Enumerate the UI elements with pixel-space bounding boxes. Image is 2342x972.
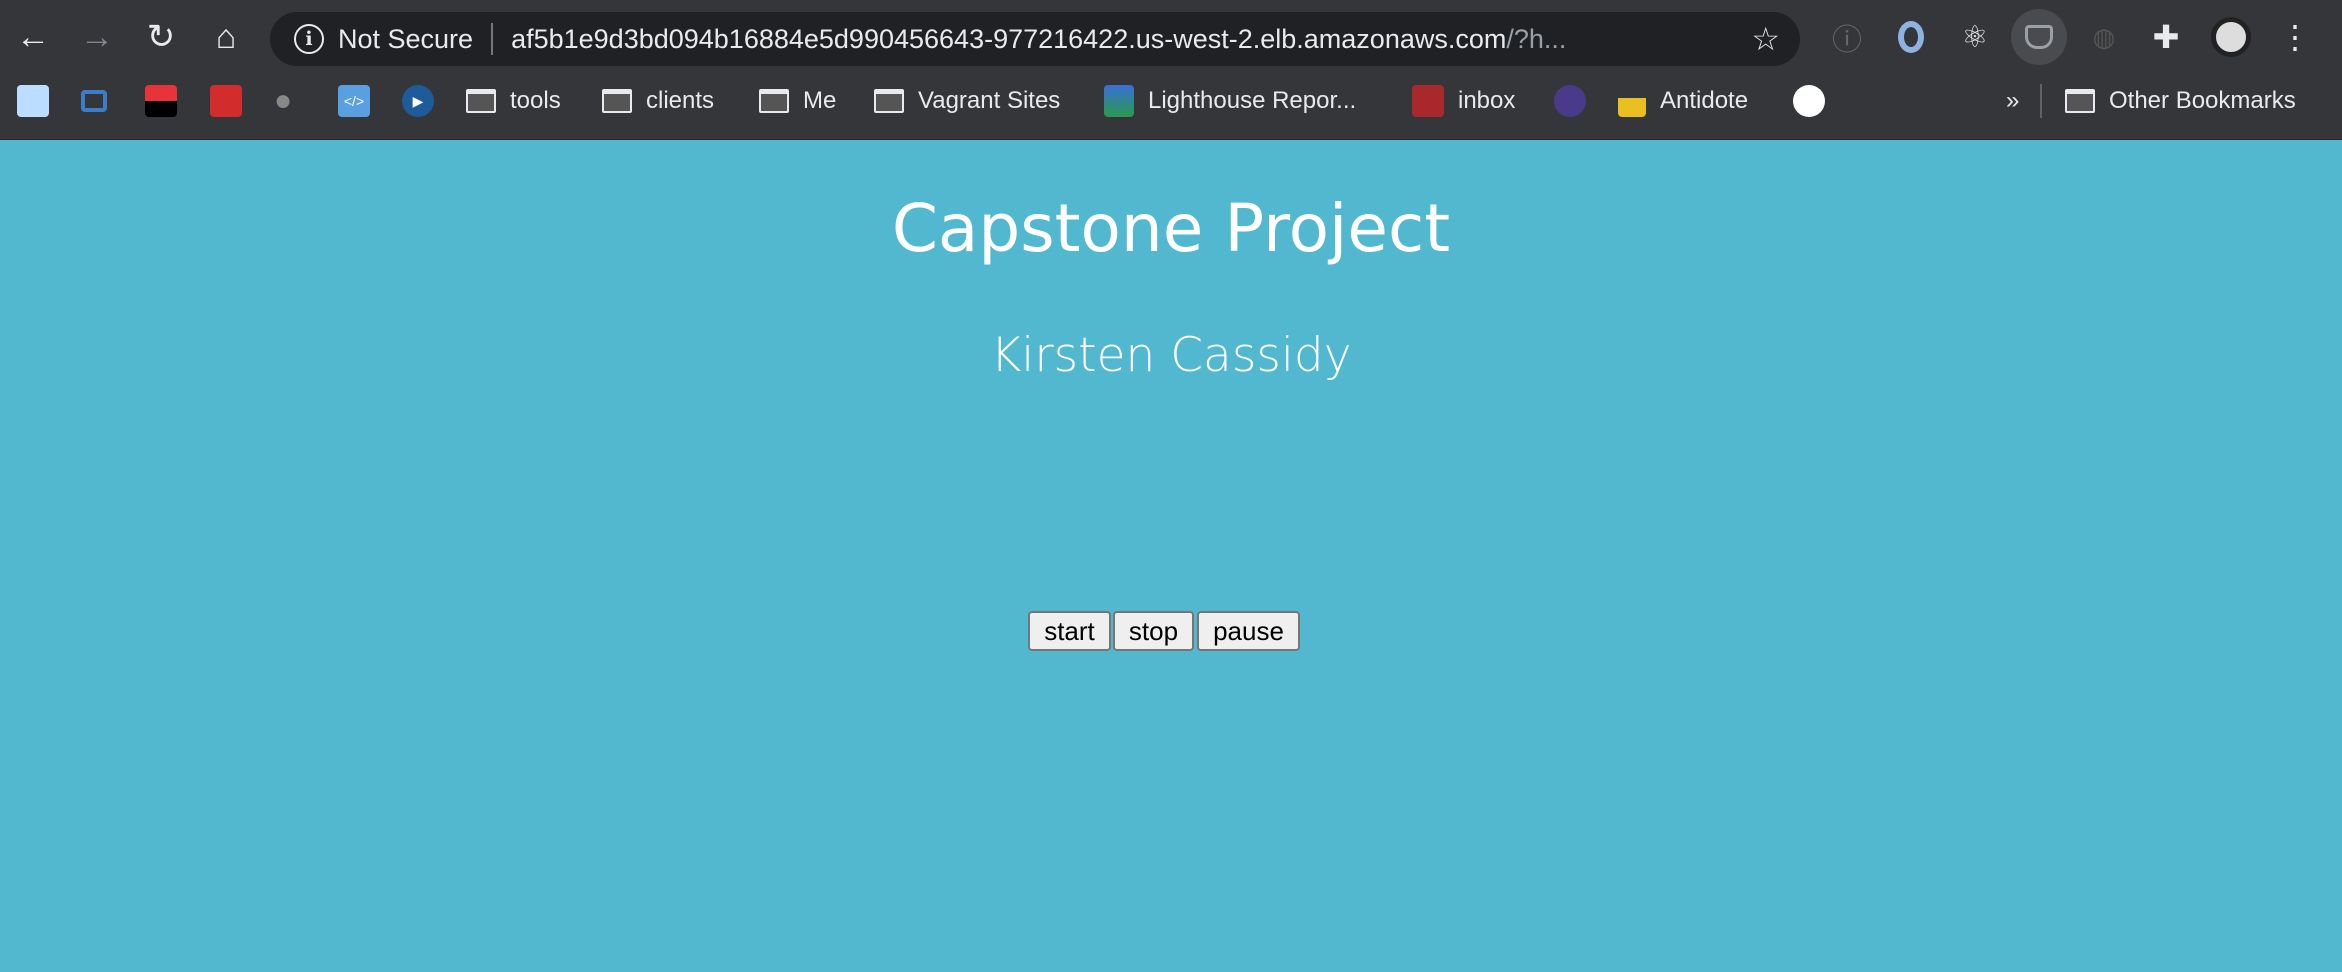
bookmarks-overflow-button[interactable]: »	[2006, 80, 2019, 122]
bookmark-label: clients	[646, 87, 715, 114]
menu-icon[interactable]: ⋮	[2273, 15, 2317, 59]
page-subtitle: Kirsten Cassidy	[990, 328, 1352, 383]
bookmark-antidote[interactable]: Antidote	[1618, 80, 1748, 122]
bookmark-lighthouse[interactable]: Lighthouse Repor...	[1104, 80, 1356, 122]
bookmark-inbox[interactable]: inbox	[1412, 80, 1515, 122]
bookmark-folder-me[interactable]: Me	[759, 80, 836, 122]
extension-ring-icon[interactable]	[1889, 15, 1933, 59]
folder-icon	[2065, 89, 2095, 113]
pocket-icon[interactable]	[2011, 9, 2067, 65]
browser-chrome: ← → ↻ ⌂ i Not Secure af5b1e9d3bd094b1688…	[0, 0, 2342, 140]
bookmark-folder-tools[interactable]: tools	[466, 80, 561, 122]
bookmark-label: Other Bookmarks	[2109, 87, 2296, 114]
bookmark-folder-vagrant-sites[interactable]: Vagrant Sites	[874, 80, 1060, 122]
pause-button[interactable]: pause	[1197, 611, 1300, 651]
divider	[2040, 84, 2042, 118]
profile-avatar[interactable]	[2209, 15, 2253, 59]
bookmark-label: tools	[510, 87, 561, 114]
folder-icon	[602, 89, 632, 113]
folder-icon	[874, 89, 904, 113]
extension-icon[interactable]: ⓘ	[1825, 15, 1869, 59]
bookmark-label: Vagrant Sites	[918, 87, 1061, 114]
back-icon[interactable]: ←	[11, 15, 55, 59]
bookmark-icon[interactable]	[1554, 80, 1600, 122]
url-rest: /?h...	[1506, 23, 1567, 54]
inbox-icon	[1412, 85, 1444, 117]
bookmark-folder-clients[interactable]: clients	[602, 80, 714, 122]
lighthouse-icon	[1104, 85, 1134, 117]
bookmark-icon[interactable]	[145, 80, 191, 122]
info-icon[interactable]: i	[294, 24, 324, 54]
other-bookmarks-folder[interactable]: Other Bookmarks	[2065, 80, 2296, 122]
extensions-puzzle-icon[interactable]: ✚	[2144, 15, 2188, 59]
github-bookmark-icon[interactable]	[1793, 80, 1839, 122]
bookmark-icon[interactable]	[17, 80, 63, 122]
bookmark-icon[interactable]	[81, 80, 121, 122]
apple-bookmark-icon[interactable]: ●	[274, 80, 292, 122]
bookmark-label: inbox	[1458, 87, 1516, 114]
react-devtools-icon[interactable]: ⚛	[1953, 15, 1997, 59]
forward-icon[interactable]: →	[75, 15, 119, 59]
reload-icon[interactable]: ↻	[139, 15, 183, 59]
address-bar[interactable]: i Not Secure af5b1e9d3bd094b16884e5d9904…	[270, 12, 1800, 66]
security-label: Not Secure	[338, 23, 474, 54]
page-title: Capstone Project	[891, 190, 1451, 267]
start-button[interactable]: start	[1028, 611, 1111, 651]
home-icon[interactable]: ⌂	[204, 15, 248, 59]
folder-icon	[466, 89, 496, 113]
divider	[491, 23, 494, 55]
bookmark-star-icon[interactable]: ☆	[1751, 20, 1780, 58]
url-text: af5b1e9d3bd094b16884e5d990456643-9772164…	[511, 23, 1507, 54]
bookmark-icon[interactable]	[210, 80, 256, 122]
stop-button[interactable]: stop	[1113, 611, 1194, 651]
code-bookmark-icon[interactable]: </>	[338, 80, 384, 122]
flask-icon	[1618, 85, 1646, 117]
bookmark-label: Antidote	[1660, 87, 1749, 114]
extension-icon[interactable]: ◍	[2082, 15, 2126, 59]
folder-icon	[759, 89, 789, 113]
bookmark-label: Me	[803, 87, 837, 114]
play-bookmark-icon[interactable]: ▶	[402, 80, 448, 122]
bookmark-label: Lighthouse Repor...	[1148, 87, 1357, 114]
